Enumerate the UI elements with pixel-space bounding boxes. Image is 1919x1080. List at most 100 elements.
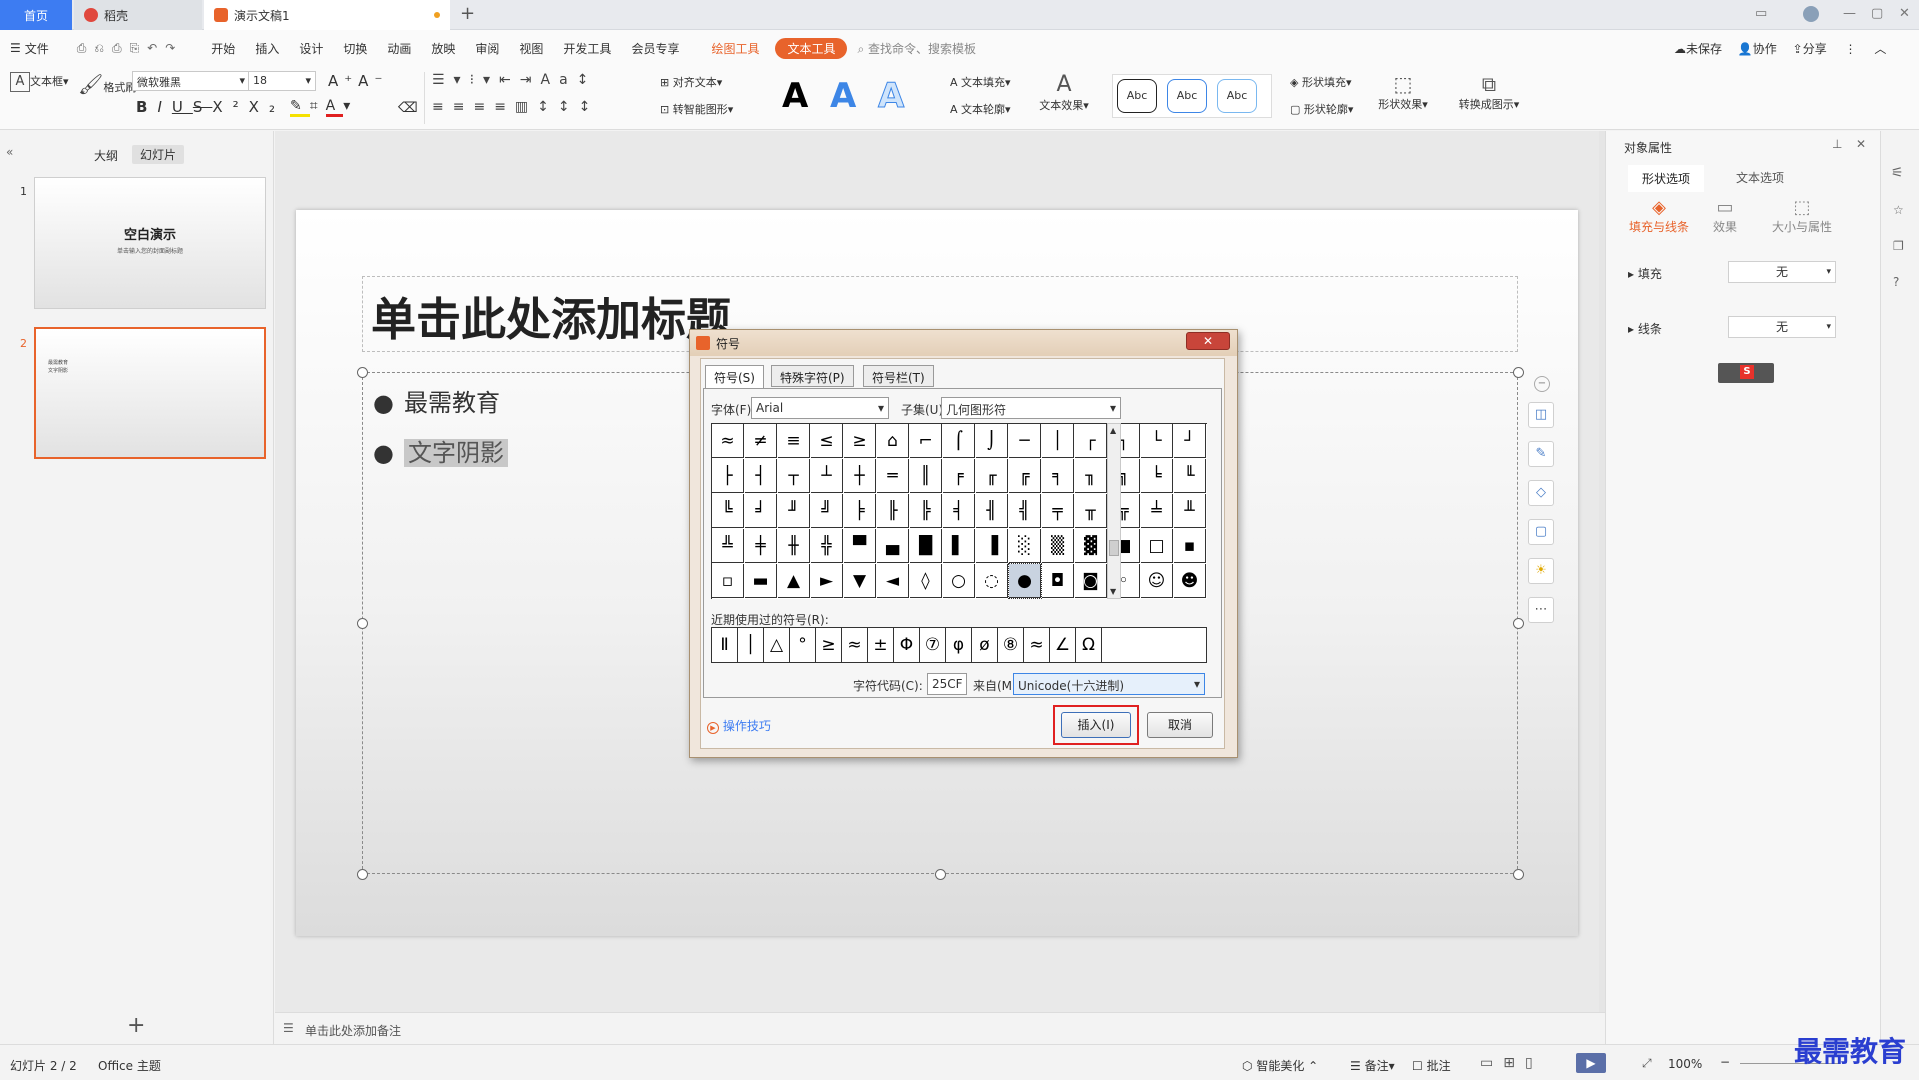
text-style-outline[interactable]: A: [877, 76, 904, 117]
dialog-close-icon[interactable]: ✕: [1186, 332, 1230, 350]
tab-slides[interactable]: 幻灯片: [132, 145, 185, 164]
symbol-cell[interactable]: ┴: [811, 459, 843, 493]
add-slide-button[interactable]: +: [127, 1013, 145, 1038]
resize-handle[interactable]: [1513, 367, 1524, 378]
resize-handle[interactable]: [1513, 618, 1524, 629]
lightbulb-icon[interactable]: ☀: [1528, 558, 1554, 584]
symbol-cell[interactable]: □: [1141, 529, 1173, 563]
recent-symbol-cell[interactable]: │: [738, 628, 764, 662]
symbol-cell[interactable]: ▓: [1075, 529, 1107, 563]
dialog-titlebar[interactable]: 符号 ✕: [690, 330, 1237, 356]
align-buttons[interactable]: ≡≡≡≡▥↕↕↕: [432, 99, 599, 115]
symbol-cell[interactable]: ≥: [844, 424, 876, 458]
from-select[interactable]: Unicode(十六进制) ▾: [1013, 673, 1205, 695]
textbox-button[interactable]: A 文本框▾: [10, 72, 69, 96]
collapse-tools-icon[interactable]: −: [1534, 376, 1550, 392]
font-name-select[interactable]: 微软雅黑 ▾: [132, 71, 250, 91]
restore-icon[interactable]: ▢: [1871, 6, 1883, 21]
symbol-cell[interactable]: ≠: [745, 424, 777, 458]
zoom-level[interactable]: 100%: [1668, 1057, 1702, 1071]
panel-title[interactable]: 对象属性: [1624, 139, 1672, 156]
format-painter-button[interactable]: 🖌格式刷: [78, 72, 136, 98]
symbol-cell[interactable]: ╧: [1141, 494, 1173, 528]
symbol-cell[interactable]: ▪: [1174, 529, 1206, 563]
symbol-cell[interactable]: ╡: [943, 494, 975, 528]
symbol-cell[interactable]: ▀: [844, 529, 876, 563]
share-button[interactable]: 分享: [1803, 42, 1827, 56]
symbol-cell[interactable]: ├: [712, 459, 744, 493]
symbol-cell[interactable]: ◊: [910, 564, 942, 598]
symbol-cell[interactable]: ┘: [1174, 424, 1206, 458]
symbol-cell[interactable]: ░: [1009, 529, 1041, 563]
quick-access-icons[interactable]: ⎙⎌⎙⎘↶↷: [59, 41, 202, 56]
symbol-cell[interactable]: ☻: [1174, 564, 1206, 598]
tab-shape-options[interactable]: 形状选项: [1628, 165, 1705, 192]
symbol-cell[interactable]: │: [1042, 424, 1074, 458]
symbol-cell[interactable]: ╛: [745, 494, 777, 528]
menu-text-tools[interactable]: 文本工具: [775, 37, 848, 59]
text-style-blue[interactable]: A: [830, 76, 856, 116]
text-style-black[interactable]: A: [782, 76, 808, 116]
symbol-cell[interactable]: ▄: [877, 529, 909, 563]
symbol-cell[interactable]: ╘: [1141, 459, 1173, 493]
unsaved-button[interactable]: 未保存: [1686, 42, 1722, 56]
resize-handle[interactable]: [1513, 869, 1524, 880]
text-fill-button[interactable]: A 文本填充▾: [950, 74, 1011, 90]
zoom-out-icon[interactable]: −: [1720, 1055, 1730, 1069]
symbol-cell[interactable]: ▲: [778, 564, 810, 598]
font-select[interactable]: Arial ▾: [751, 397, 889, 419]
symbol-cell[interactable]: ╟: [877, 494, 909, 528]
font-size-select[interactable]: 18 ▾: [248, 71, 316, 91]
more-tools-icon[interactable]: ⋯: [1528, 597, 1554, 623]
recent-symbol-cell[interactable]: ±: [868, 628, 894, 662]
symbol-cell[interactable]: ≡: [778, 424, 810, 458]
symbol-cell[interactable]: ╬: [811, 529, 843, 563]
recent-symbol-cell[interactable]: Ⅱ: [712, 628, 738, 662]
view-buttons[interactable]: ▭⊞▯: [1480, 1055, 1543, 1071]
line-row[interactable]: ▸ 线条 无 ▾: [1628, 316, 1868, 338]
shape-style-3[interactable]: Abc: [1217, 79, 1257, 113]
symbol-cell[interactable]: ╞: [844, 494, 876, 528]
menu-item[interactable]: 审阅: [465, 40, 509, 57]
symbol-cell[interactable]: ▬: [745, 564, 777, 598]
symbol-cell[interactable]: ⌐: [910, 424, 942, 458]
shape-effect-button[interactable]: ⬚ 形状效果▾: [1374, 72, 1432, 112]
recent-symbol-cell[interactable]: △: [764, 628, 790, 662]
menu-item[interactable]: 放映: [421, 40, 465, 57]
menu-file[interactable]: 文件: [23, 40, 59, 57]
layout-icon[interactable]: ▭: [1755, 6, 1767, 21]
symbol-cell[interactable]: ◌: [976, 564, 1008, 598]
symbol-cell[interactable]: ╒: [943, 459, 975, 493]
menu-item[interactable]: 动画: [377, 40, 421, 57]
smart-graphic-button[interactable]: ⊡ 转智能图形▾: [660, 101, 733, 117]
symbol-cell[interactable]: ►: [811, 564, 843, 598]
symbol-cell[interactable]: ╩: [712, 529, 744, 563]
symbol-cell[interactable]: ║: [910, 459, 942, 493]
subtab-size[interactable]: ⬚ 大小与属性: [1764, 197, 1840, 235]
shape-fill-button[interactable]: ◈ 形状填充▾: [1290, 74, 1352, 90]
frame-icon[interactable]: ▢: [1528, 519, 1554, 545]
align-text-button[interactable]: ⊞ 对齐文本▾: [660, 74, 722, 90]
recent-symbol-cell[interactable]: ⑦: [920, 628, 946, 662]
symbol-cell[interactable]: ╖: [1075, 459, 1107, 493]
symbol-cell[interactable]: ☺: [1141, 564, 1173, 598]
subtab-fill-line[interactable]: ◈ 填充与线条: [1624, 197, 1694, 235]
slide1-thumbnail[interactable]: 空白演示 单击输入您的封面副标题: [34, 177, 266, 309]
insert-button[interactable]: 插入(I): [1061, 712, 1131, 738]
fill-icon[interactable]: ◇: [1528, 480, 1554, 506]
collapse-panel-icon[interactable]: «: [6, 145, 13, 159]
symbol-cell[interactable]: ╜: [778, 494, 810, 528]
input-method-widget[interactable]: S: [1718, 363, 1774, 383]
shape-style-gallery[interactable]: Abc Abc Abc: [1112, 74, 1272, 118]
symbol-cell[interactable]: ◄: [877, 564, 909, 598]
tab-outline[interactable]: 大纲: [94, 147, 118, 164]
more-icon[interactable]: ⋮: [1845, 42, 1857, 56]
play-button[interactable]: ▶: [1576, 1053, 1606, 1073]
pin-star-icon[interactable]: ☆: [1893, 203, 1904, 217]
pen-icon[interactable]: ✎: [1528, 441, 1554, 467]
symbol-cell[interactable]: ═: [877, 459, 909, 493]
recent-symbol-cell[interactable]: Φ: [894, 628, 920, 662]
convert-diagram-button[interactable]: ⧉ 转换成图示▾: [1454, 72, 1524, 112]
symbol-cell[interactable]: ┬: [778, 459, 810, 493]
symbol-cell[interactable]: ╠: [910, 494, 942, 528]
